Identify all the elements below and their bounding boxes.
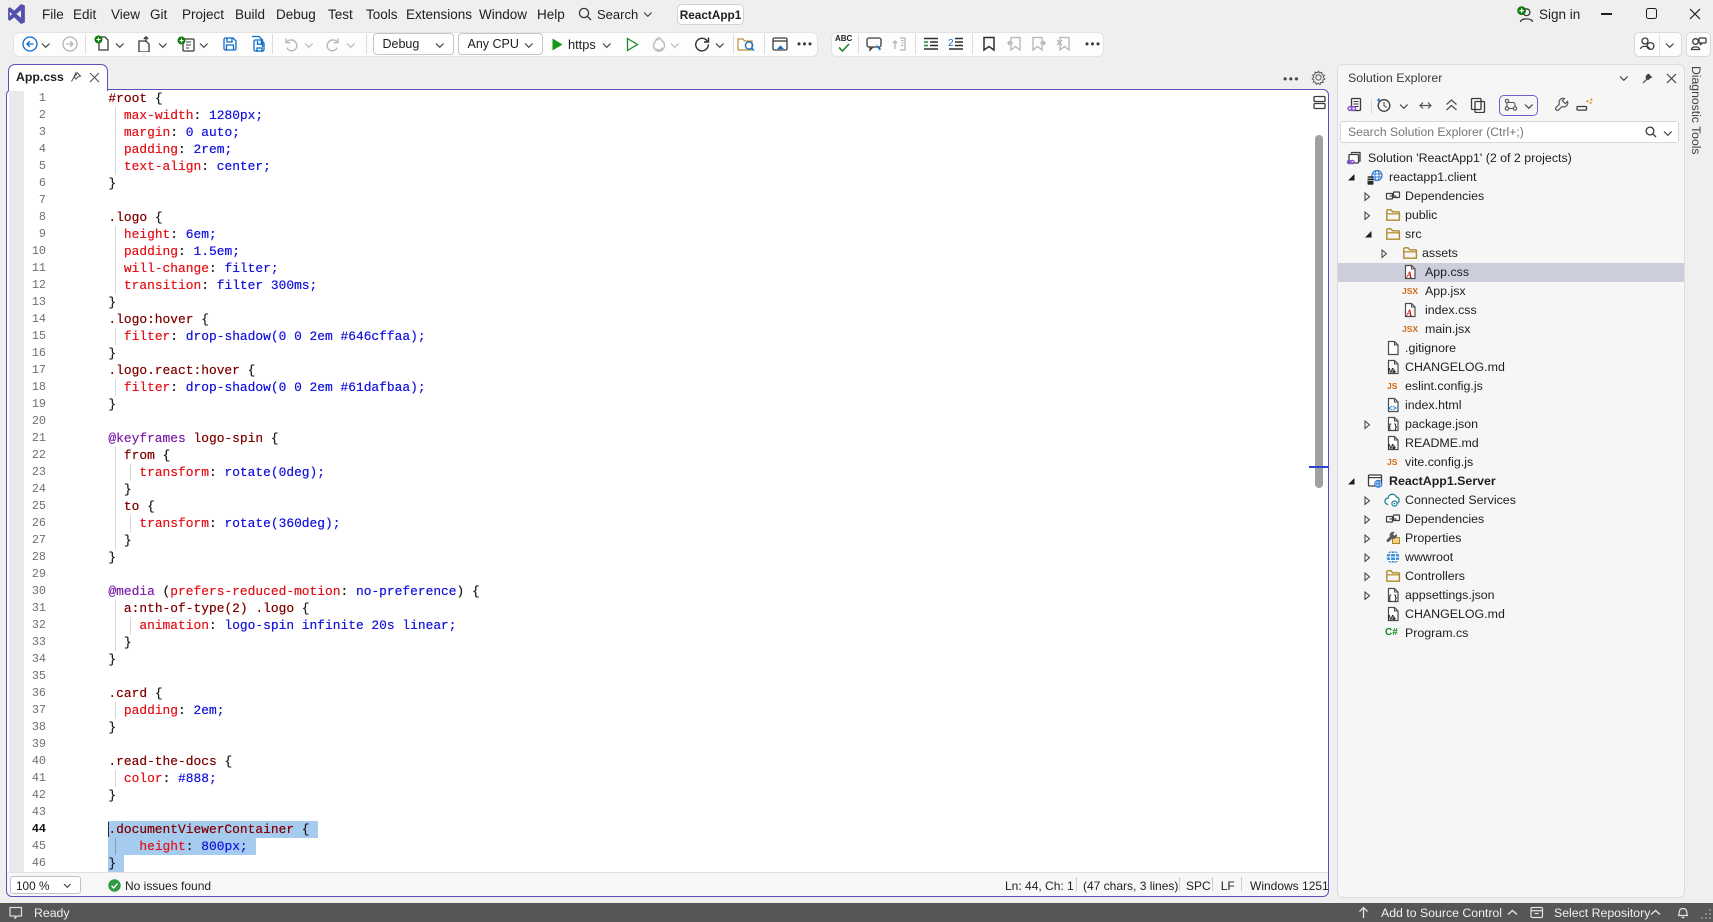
svg-text:A: A [1405, 270, 1412, 280]
svg-text:A: A [1405, 308, 1412, 318]
svg-text:{ }: { } [1388, 593, 1398, 603]
svg-text:2: 2 [948, 38, 954, 49]
svg-text:M: M [1388, 613, 1394, 622]
svg-text:M: M [1388, 442, 1394, 451]
svg-text:M: M [1388, 366, 1394, 375]
svg-text:<>: <> [1388, 404, 1397, 413]
svg-text:{ }: { } [1388, 422, 1398, 432]
